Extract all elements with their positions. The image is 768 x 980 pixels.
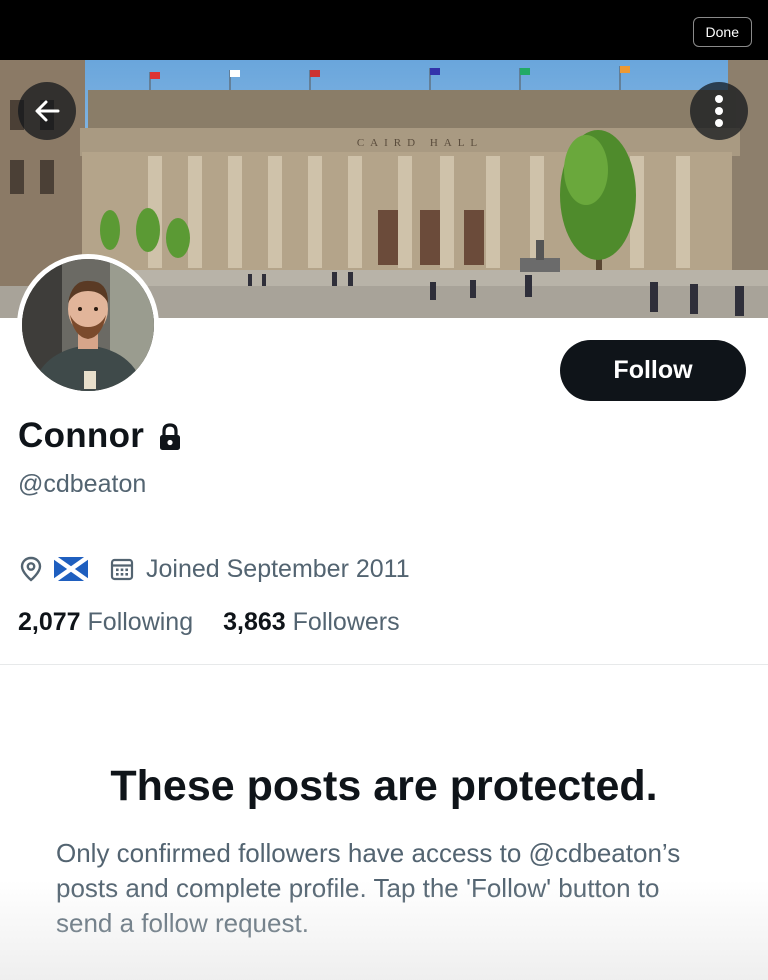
following-label: Following — [87, 608, 194, 636]
lock-icon — [160, 423, 181, 450]
followers-label: Followers — [292, 608, 400, 636]
profile-meta-row: Joined September 2011 — [20, 552, 410, 586]
followers-count: 3,863 — [223, 608, 293, 636]
protected-description: Only confirmed followers have access to … — [56, 838, 681, 938]
protected-title: These posts are protected. — [110, 762, 658, 810]
arrow-left-icon — [35, 100, 60, 122]
calendar-icon — [110, 558, 134, 581]
joined-date: Joined September 2011 — [146, 554, 410, 583]
scotland-flag-icon — [54, 557, 88, 581]
following-stat[interactable]: 2,077 Following — [18, 608, 193, 637]
follow-stats: 2,077 Following 3,863 Followers — [18, 608, 430, 637]
follow-button[interactable]: Follow — [560, 340, 746, 401]
location-pin-icon — [20, 556, 42, 582]
avatar[interactable] — [17, 254, 159, 396]
display-name: Connor — [18, 416, 145, 455]
banner-inscription: CAIRD HALL — [357, 137, 483, 149]
following-count: 2,077 — [18, 608, 88, 636]
user-handle: @cdbeaton — [18, 470, 147, 498]
divider — [0, 664, 768, 665]
more-vertical-icon — [715, 95, 723, 127]
back-button[interactable] — [18, 82, 76, 140]
profile-name-row: Connor — [18, 416, 182, 456]
avatar-image — [22, 259, 154, 391]
more-options-button[interactable] — [690, 82, 748, 140]
done-button[interactable]: Done — [692, 17, 752, 47]
top-bar: Done — [0, 0, 768, 60]
followers-stat[interactable]: 3,863 Followers — [223, 608, 400, 637]
